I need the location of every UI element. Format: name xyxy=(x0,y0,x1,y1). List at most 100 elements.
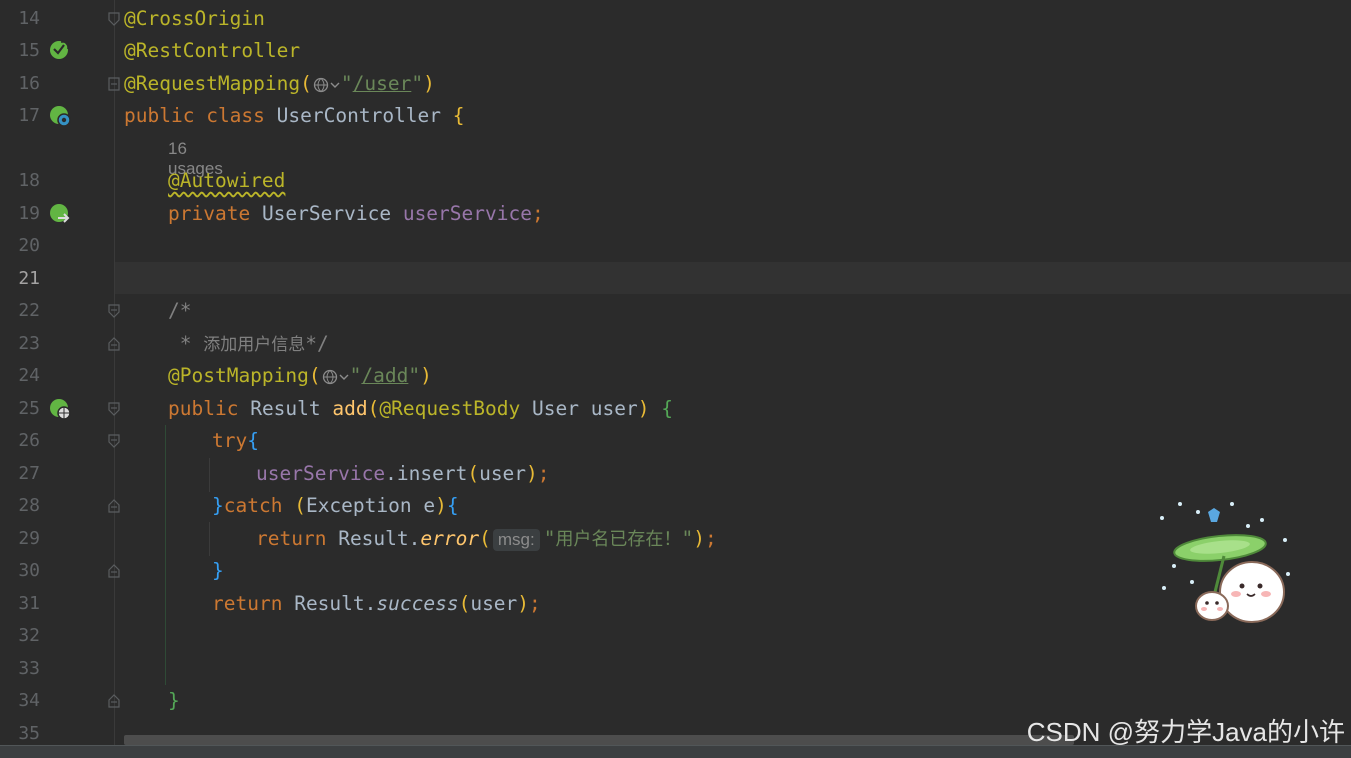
paren: ( xyxy=(467,462,480,485)
fold-marker-icon[interactable] xyxy=(107,12,121,26)
code-line-18: @Autowired xyxy=(168,170,285,192)
paren: ( xyxy=(479,527,491,550)
indent-guide xyxy=(209,458,210,492)
code-line-24: @PostMapping( "/add") xyxy=(168,365,432,387)
annotation: @RequestMapping xyxy=(124,72,301,95)
keyword: return xyxy=(212,592,283,615)
paren: ) xyxy=(526,462,538,485)
quote: " xyxy=(543,527,556,550)
param-name: user xyxy=(590,397,638,420)
code-line-17: public class UserController { xyxy=(124,105,465,127)
semicolon: ; xyxy=(537,462,550,485)
line-number: 29 xyxy=(18,528,40,549)
code-editor[interactable]: 14 15 16 17 18 19 20 21 22 23 24 25 26 2… xyxy=(0,0,1351,745)
globe-icon[interactable] xyxy=(322,369,349,385)
quote: " xyxy=(349,364,362,387)
fold-marker-icon[interactable] xyxy=(107,77,121,91)
line-number: 28 xyxy=(18,495,40,516)
quote: " xyxy=(340,72,353,95)
fold-marker-icon[interactable] xyxy=(107,564,121,578)
line-number: 20 xyxy=(18,235,40,256)
line-number: 35 xyxy=(18,723,40,744)
horizontal-scrollbar[interactable] xyxy=(124,735,1074,745)
chevron-down-icon xyxy=(339,374,349,380)
keyword: return xyxy=(256,527,327,550)
code-line-16: @RequestMapping("/user") xyxy=(124,73,435,95)
brace: { xyxy=(247,429,259,452)
comment: */ xyxy=(305,332,329,355)
indent-guide xyxy=(165,425,166,685)
paren: ( xyxy=(367,397,380,420)
fold-marker-icon[interactable] xyxy=(107,499,121,513)
fold-marker-icon[interactable] xyxy=(107,402,121,416)
gutter-divider xyxy=(114,0,115,745)
brace: { xyxy=(452,104,465,127)
spring-bean-icon[interactable] xyxy=(49,40,71,62)
paren: ) xyxy=(637,397,650,420)
static-method: success xyxy=(376,592,459,615)
parameter-hint: msg: xyxy=(492,529,540,551)
semicolon: ; xyxy=(704,527,717,550)
paren: ) xyxy=(693,527,705,550)
keyword: public xyxy=(124,104,195,127)
line-number: 15 xyxy=(18,40,40,61)
line-number: 30 xyxy=(18,560,40,581)
url-path-link[interactable]: /user xyxy=(353,72,412,95)
fold-marker-icon[interactable] xyxy=(107,694,121,708)
paren: ) xyxy=(420,364,432,387)
paren: ) xyxy=(517,592,530,615)
annotation: @RestController xyxy=(124,39,301,62)
code-line-25: public Result add(@RequestBody User user… xyxy=(168,398,673,420)
line-number: 16 xyxy=(18,73,40,94)
quote: " xyxy=(411,72,424,95)
code-line-28: }catch (Exception e){ xyxy=(212,495,459,517)
annotation: @Autowired xyxy=(168,169,286,192)
param-name: user xyxy=(479,462,527,485)
type-name: UserService xyxy=(261,202,392,225)
watermark-text: CSDN @努力学Java的小许 xyxy=(1026,717,1345,747)
code-line-30: } xyxy=(212,560,224,582)
code-line-14: @CrossOrigin xyxy=(124,8,265,30)
chevron-down-icon xyxy=(330,82,340,88)
paren: ) xyxy=(435,494,447,517)
paren: ( xyxy=(308,364,321,387)
keyword: private xyxy=(168,202,251,225)
fold-marker-icon[interactable] xyxy=(107,337,121,351)
paren: ) xyxy=(423,72,435,95)
quote: " xyxy=(408,364,421,387)
fold-marker-icon[interactable] xyxy=(107,304,121,318)
semicolon: ; xyxy=(529,592,541,615)
current-line-highlight xyxy=(115,262,1351,294)
annotation: @RequestBody xyxy=(379,397,521,420)
keyword: catch xyxy=(223,494,283,517)
semicolon: ; xyxy=(531,202,544,225)
url-path-link[interactable]: /add xyxy=(361,364,408,387)
web-endpoint-icon[interactable] xyxy=(49,398,71,420)
brace: { xyxy=(446,494,459,517)
line-number: 31 xyxy=(18,593,40,614)
brace: { xyxy=(661,397,673,420)
type-name: Result xyxy=(250,397,321,420)
code-line-34: } xyxy=(168,690,180,712)
line-number: 18 xyxy=(18,170,40,191)
globe-icon[interactable] xyxy=(313,77,340,93)
mascot-sticker-image xyxy=(1160,502,1290,623)
line-number: 25 xyxy=(18,398,40,419)
spring-bean-icon[interactable] xyxy=(49,105,71,127)
autowired-navigate-icon[interactable] xyxy=(49,203,71,225)
paren: ( xyxy=(294,494,306,517)
code-line-19: private UserService userService; xyxy=(168,203,544,225)
line-number: 23 xyxy=(18,333,40,354)
type-name: Exception xyxy=(305,494,412,517)
method-name: add xyxy=(332,397,368,420)
type-name: User xyxy=(532,397,579,420)
line-number: 24 xyxy=(18,365,40,386)
brace: } xyxy=(212,494,224,517)
annotation: @PostMapping xyxy=(168,364,309,387)
code-line-27: userService.insert(user); xyxy=(256,463,550,485)
fold-marker-icon[interactable] xyxy=(107,434,121,448)
keyword: try xyxy=(212,429,248,452)
line-number: 14 xyxy=(18,8,40,29)
indent-guide xyxy=(209,522,210,556)
line-number: 22 xyxy=(18,300,40,321)
